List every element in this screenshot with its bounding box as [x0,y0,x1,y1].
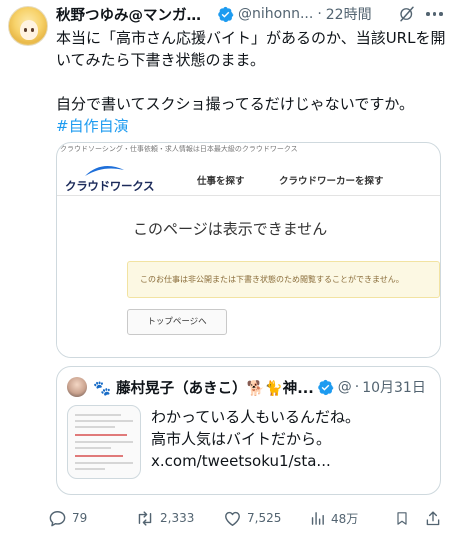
screenshot-nav-find-job: 仕事を探す [197,176,245,187]
reply-icon [49,510,66,526]
like-button[interactable]: 7,525 [223,506,281,530]
screenshot-top-page-button: トップページへ [127,309,227,335]
share-button[interactable] [424,506,442,530]
tweet-text: 本当に「高市さん応援バイト」があるのか、当該URLを開いてみたら下書き状態のまま… [56,27,446,137]
more-options-icon[interactable] [426,6,446,22]
header-separator: · [317,6,322,22]
screenshot-notice: このお仕事は非公開または下書き状態のため閲覧することができません。 [127,261,440,298]
quoted-text-line: 高市人気はバイトだから。 [151,430,332,448]
avatar-eye [31,28,34,32]
views-button[interactable]: 48万 [309,506,358,530]
heart-icon [225,511,240,526]
avatar-eye [24,28,27,32]
screenshot-error-title: このページは表示できません [133,220,328,238]
author-handle[interactable]: @nihonn... [238,6,313,22]
view-count: 48万 [331,511,359,526]
tweet-timestamp[interactable]: 22時間 [326,4,372,24]
quoted-author-handle: @... [337,379,352,395]
crowdworks-logo-text: クラウドワークス [65,179,155,193]
screenshot-body: このページは表示できません このお仕事は非公開または下書き状態のため閲覧すること… [57,197,440,357]
repost-count: 2,333 [160,511,195,525]
screenshot-site-header: クラウドワークス 仕事を探す クラウドワーカーを探す [57,156,440,196]
quoted-text-link: x.com/tweetsoku1/sta... [151,452,331,470]
quoted-text-line: わかっている人もいるんだね。 [151,408,360,426]
repost-button[interactable]: 2,333 [135,506,194,530]
like-count: 7,525 [247,511,282,525]
reply-button[interactable]: 79 [48,506,87,530]
tweet-header: 秋野つゆみ@マンガ・... @nihonn... · 22時間 [56,4,446,24]
reply-count: 79 [72,511,88,525]
grok-icon[interactable] [398,5,416,23]
repost-icon [138,510,152,526]
verified-badge-icon [218,6,234,22]
share-icon [426,510,440,525]
tweet-text-line: 本当に「高市さん応援バイト」があるのか、当該URLを開いてみたら下書き状態のまま… [56,29,446,69]
avatar-face [20,20,38,40]
bookmark-button[interactable] [394,506,410,530]
hashtag-link[interactable]: #自作自演 [56,115,446,137]
crowdworks-logo: クラウドワークス [63,164,155,193]
quoted-header-separator: · [354,379,360,395]
quoted-tweet-header: 🐾 藤村晃子（あきこ）🐕🐈神... @... · 10月31日 [93,377,435,397]
tweet-text-line: 自分で書いてスクショ撮ってるだけじゃないですか。 [56,95,415,113]
quoted-timestamp: 10月31日 [362,380,426,396]
views-chart-icon [311,511,324,525]
quoted-verified-badge-icon [317,379,334,395]
quoted-tweet-image [67,405,141,479]
author-display-name[interactable]: 秋野つゆみ@マンガ・... [56,4,214,25]
attached-screenshot[interactable]: クラウドソーシング・仕事依頼・求人情報は日本最大級のクラウドワークス クラウドワ… [56,142,441,358]
screenshot-nav-find-worker: クラウドワーカーを探す [279,176,384,187]
quoted-author-display-name: 🐾 藤村晃子（あきこ）🐕🐈神... [93,380,314,397]
quoted-tweet-text: わかっている人もいるんだね。 高市人気はバイトだから。 x.com/tweets… [151,406,435,472]
screenshot-topbar: クラウドソーシング・仕事依頼・求人情報は日本最大級のクラウドワークス [60,145,298,153]
crowdworks-logo-swoosh-icon [85,166,124,176]
quoted-tweet[interactable]: 🐾 藤村晃子（あきこ）🐕🐈神... @... · 10月31日 わかっている人も… [56,366,441,495]
tweet-actions-bar: 79 2,333 7,525 48万 [48,506,446,530]
author-avatar[interactable] [8,6,48,46]
quoted-author-avatar [67,377,87,397]
bookmark-icon [397,511,407,525]
